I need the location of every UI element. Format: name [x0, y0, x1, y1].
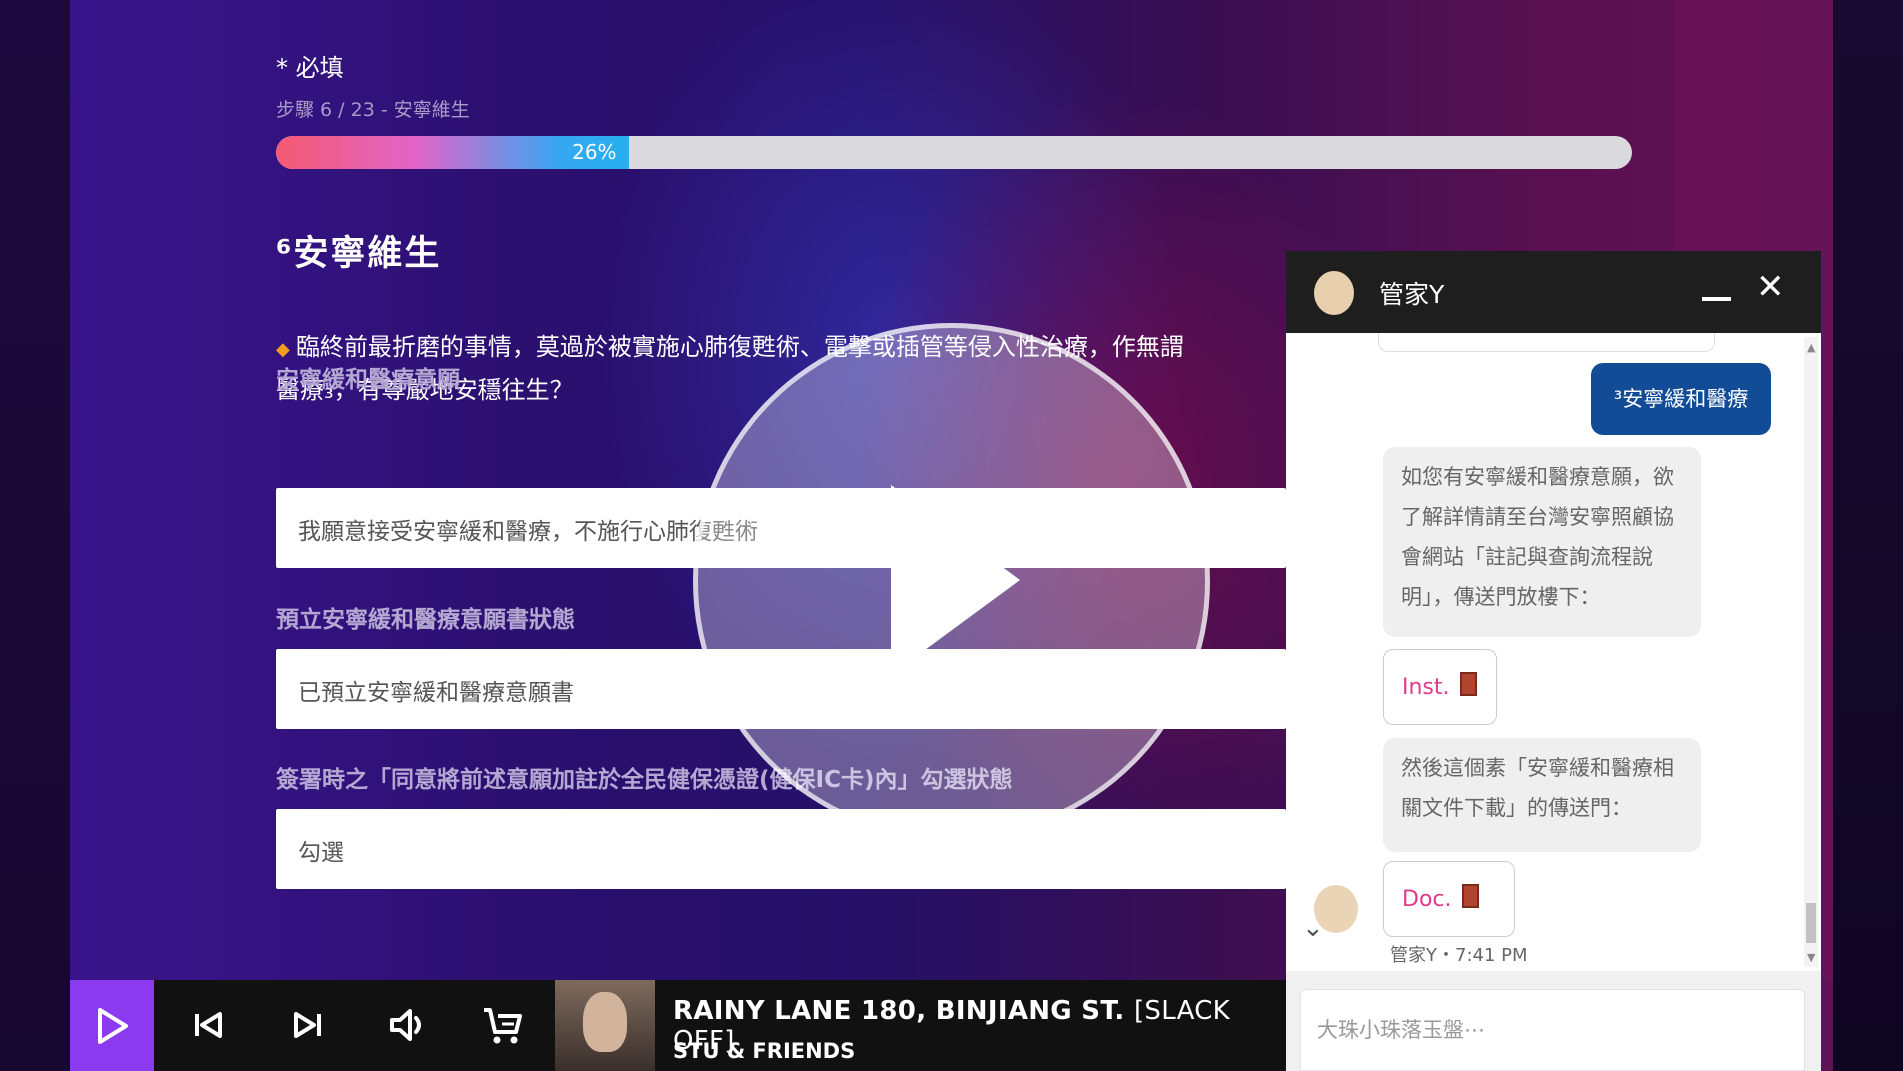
album-cover[interactable]: [555, 980, 655, 1071]
section-title: ⁶安寧維生: [276, 234, 442, 274]
chat-input[interactable]: 大珠小珠落玉盤⋯: [1300, 989, 1805, 1071]
progress-bar: 26%: [276, 136, 1632, 169]
field-label-hospice-wish: 安寧緩和醫療意願: [276, 367, 460, 393]
background-panel-left: [70, 0, 252, 980]
background-edge-right: [1833, 0, 1903, 1071]
album-cover-portrait: [583, 992, 627, 1052]
bot-message: 如您有安寧緩和醫療意願，欲了解詳情請至台灣安寧照顧協會網站「註記與查詢流程說明」…: [1383, 447, 1701, 637]
scroll-down-icon[interactable]: ▼: [1807, 951, 1815, 964]
chevron-down-icon[interactable]: ⌄: [1302, 913, 1324, 943]
link-label: Doc.: [1402, 887, 1452, 912]
field-value: 已預立安寧緩和醫療意願書: [298, 680, 574, 706]
field-value: 我願意接受安寧緩和醫療，不施行心肺復甦術: [298, 519, 758, 545]
field-label-directive-status: 預立安寧緩和醫療意願書狀態: [276, 607, 575, 633]
user-message: ³安寧緩和醫療: [1591, 363, 1771, 435]
progress-label: 26%: [572, 140, 617, 164]
chat-messages: ³安寧緩和醫療 如您有安寧緩和醫療意願，欲了解詳情請至台灣安寧照顧協會網站「註記…: [1286, 333, 1821, 971]
progress-fill: 26%: [276, 136, 629, 169]
diamond-icon: ◆: [276, 339, 290, 360]
door-icon: [1461, 884, 1479, 908]
chat-input-placeholder: 大珠小珠落玉盤⋯: [1317, 1018, 1485, 1042]
play-icon: [98, 1008, 128, 1044]
play-triangle-icon: [891, 485, 1020, 675]
chat-input-area: 大珠小珠落玉盤⋯: [1286, 971, 1821, 1071]
close-icon[interactable]: ✕: [1756, 267, 1785, 307]
scroll-up-icon[interactable]: ▲: [1807, 341, 1815, 354]
next-icon[interactable]: [284, 1002, 330, 1048]
link-inst-button[interactable]: Inst.: [1383, 649, 1497, 725]
previous-icon[interactable]: [186, 1002, 232, 1048]
page: * 必填 步驟 6 / 23 - 安寧維生 26% ⁶安寧維生 ◆ 臨終前最折磨的…: [0, 0, 1903, 1071]
field-value: 勾選: [298, 840, 344, 866]
required-note: * 必填: [276, 54, 344, 82]
bot-message: 然後這個素「安寧緩和醫療相關文件下載」的傳送門：: [1383, 738, 1701, 852]
link-label: Inst.: [1402, 675, 1450, 700]
background-edge-left: [0, 0, 70, 1071]
volume-icon[interactable]: [384, 1002, 430, 1048]
track-name: RAINY LANE 180, BINJIANG ST.: [673, 996, 1125, 1026]
video-play-overlay[interactable]: [693, 323, 1210, 840]
chat-scrollbar[interactable]: [1804, 337, 1818, 967]
chat-agent-name: 管家Y: [1379, 280, 1445, 309]
chat-header: 管家Y ✕: [1286, 251, 1821, 333]
message-meta: 管家Y・7:41 PM: [1390, 945, 1528, 966]
music-player: RAINY LANE 180, BINJIANG ST. [SLACK OFF]…: [70, 980, 1286, 1071]
agent-avatar: [1314, 271, 1354, 315]
chat-widget: 管家Y ✕ ³安寧緩和醫療 如您有安寧緩和醫療意願，欲了解詳情請至台灣安寧照顧協…: [1286, 251, 1821, 1071]
scrollbar-thumb[interactable]: [1806, 903, 1816, 943]
step-indicator: 步驟 6 / 23 - 安寧維生: [276, 99, 470, 121]
track-artist: STU & FRIENDS: [673, 1039, 856, 1063]
cart-icon[interactable]: [480, 1002, 526, 1048]
previous-message-bubble: [1378, 333, 1715, 352]
link-doc-button[interactable]: Doc.: [1383, 861, 1515, 937]
door-icon: [1459, 672, 1477, 696]
play-button[interactable]: [70, 980, 154, 1071]
minimize-icon[interactable]: [1702, 297, 1731, 301]
